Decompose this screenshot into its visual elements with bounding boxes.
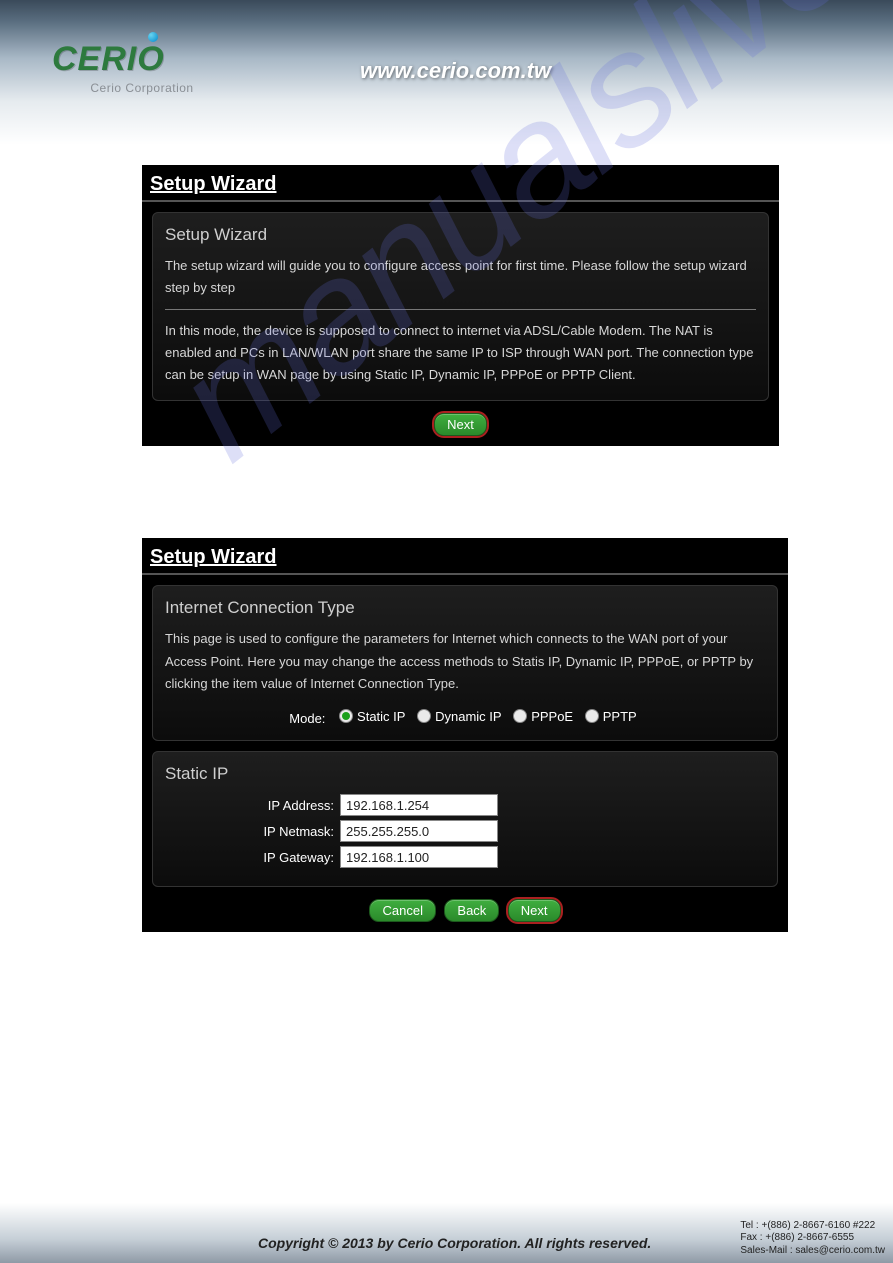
- ip-address-input[interactable]: [340, 794, 498, 816]
- radio-pppoe[interactable]: [513, 709, 527, 723]
- footer-tel: Tel : +(886) 2-8667-6160 #222: [740, 1220, 885, 1233]
- ip-netmask-label: IP Netmask:: [165, 824, 340, 839]
- panel1-title: Setup Wizard: [142, 165, 779, 202]
- header-banner: CERIO Cerio Corporation www.cerio.com.tw: [0, 0, 893, 145]
- footer-fax: Fax : +(886) 2-8667-6555: [740, 1232, 885, 1245]
- ip-netmask-input[interactable]: [340, 820, 498, 842]
- next-button[interactable]: Next: [434, 413, 487, 436]
- next-button[interactable]: Next: [508, 899, 561, 922]
- header-url: www.cerio.com.tw: [360, 58, 551, 84]
- logo-text: CERIO: [52, 40, 165, 79]
- ip-gateway-row: IP Gateway:: [165, 846, 765, 868]
- cancel-button[interactable]: Cancel: [369, 899, 435, 922]
- mode-static-label: Static IP: [357, 709, 405, 724]
- panel2-title: Setup Wizard: [142, 538, 788, 575]
- logo-block: CERIO Cerio Corporation: [52, 40, 232, 95]
- mode-label: Mode:: [289, 711, 325, 726]
- connection-type-intro: This page is used to configure the param…: [165, 628, 765, 694]
- ip-gateway-label: IP Gateway:: [165, 850, 340, 865]
- ip-gateway-input[interactable]: [340, 846, 498, 868]
- mode-pptp-label: PPTP: [603, 709, 637, 724]
- logo-dot-icon: [148, 32, 158, 42]
- footer: Copyright © 2013 by Cerio Corporation. A…: [0, 1203, 893, 1263]
- panel1-body: Setup Wizard The setup wizard will guide…: [152, 212, 769, 401]
- radio-static-ip[interactable]: [339, 709, 353, 723]
- panel1-intro: The setup wizard will guide you to confi…: [165, 255, 756, 299]
- radio-pptp[interactable]: [585, 709, 599, 723]
- panel1-description: In this mode, the device is supposed to …: [165, 320, 756, 386]
- mode-row: Mode: Static IP Dynamic IP PPPoE PPTP: [165, 709, 765, 727]
- ip-address-row: IP Address:: [165, 794, 765, 816]
- logo-brand: CERIO: [52, 40, 165, 78]
- ip-netmask-row: IP Netmask:: [165, 820, 765, 842]
- mode-option-pppoe[interactable]: PPPoE: [513, 709, 573, 724]
- radio-dynamic-ip[interactable]: [417, 709, 431, 723]
- footer-contact: Tel : +(886) 2-8667-6160 #222 Fax : +(88…: [740, 1220, 885, 1258]
- footer-copyright: Copyright © 2013 by Cerio Corporation. A…: [258, 1235, 651, 1251]
- static-ip-section: Static IP IP Address: IP Netmask: IP Gat…: [152, 751, 778, 887]
- setup-wizard-panel-1: Setup Wizard Setup Wizard The setup wiza…: [142, 165, 779, 446]
- mode-pppoe-label: PPPoE: [531, 709, 573, 724]
- logo-tagline: Cerio Corporation: [52, 81, 232, 95]
- static-ip-heading: Static IP: [165, 764, 765, 784]
- connection-type-heading: Internet Connection Type: [165, 598, 765, 618]
- connection-type-section: Internet Connection Type This page is us…: [152, 585, 778, 741]
- panel1-heading: Setup Wizard: [165, 225, 756, 245]
- divider: [165, 309, 756, 310]
- mode-option-pptp[interactable]: PPTP: [585, 709, 637, 724]
- setup-wizard-panel-2: Setup Wizard Internet Connection Type Th…: [142, 538, 788, 932]
- mode-dynamic-label: Dynamic IP: [435, 709, 501, 724]
- mode-option-static[interactable]: Static IP: [339, 709, 405, 724]
- panel1-button-row: Next: [142, 407, 779, 446]
- back-button[interactable]: Back: [444, 899, 499, 922]
- footer-mail: Sales-Mail : sales@cerio.com.tw: [740, 1245, 885, 1258]
- mode-option-dynamic[interactable]: Dynamic IP: [417, 709, 501, 724]
- ip-address-label: IP Address:: [165, 798, 340, 813]
- panel2-button-row: Cancel Back Next: [142, 893, 788, 932]
